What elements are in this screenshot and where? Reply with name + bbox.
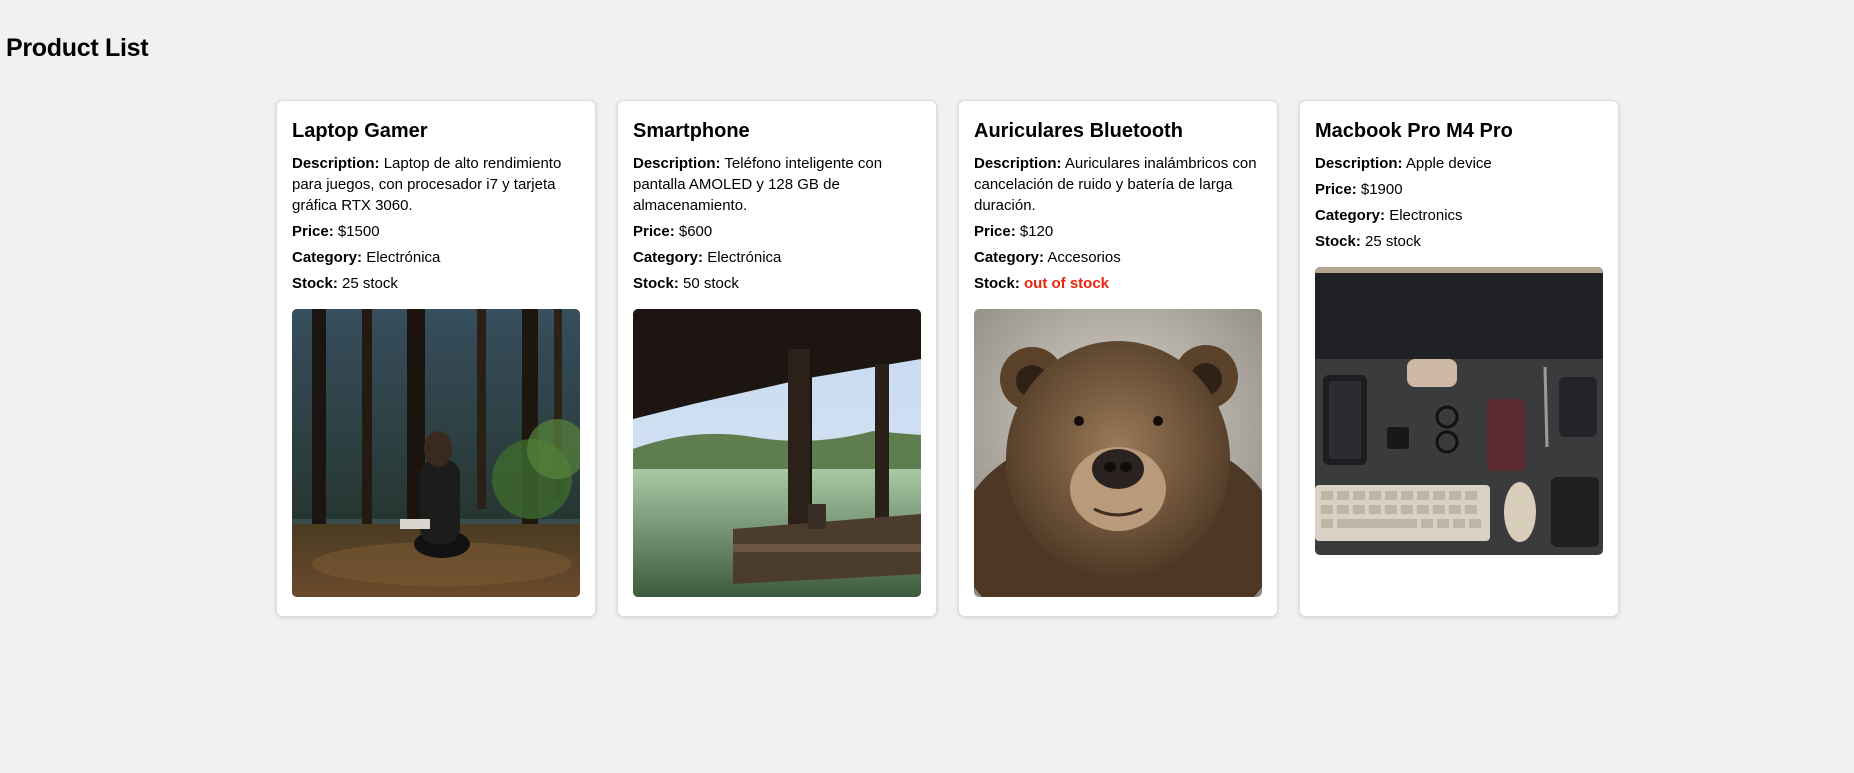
lake-dock-photo [633,309,921,597]
product-stock: Stock: out of stock [974,273,1262,294]
stock-value: 50 stock [683,275,739,292]
product-name: Macbook Pro M4 Pro [1315,120,1513,142]
category-value: Electrónica [707,249,782,266]
product-name: Smartphone [633,120,750,142]
description-label: Description: [1315,155,1403,172]
product-description: Description: Laptop de alto rendimiento … [292,153,580,216]
category-value: Accesorios [1047,249,1121,266]
description-value: Apple device [1405,155,1492,172]
stock-value: 25 stock [1365,233,1421,250]
bear-photo [974,309,1262,597]
product-category: Category: Electrónica [633,247,921,268]
price-value: $1900 [1360,181,1403,198]
product-price: Price: $1900 [1315,179,1603,200]
stock-label: Stock: [633,275,679,292]
product-price: Price: $120 [974,221,1262,242]
product-stock: Stock: 50 stock [633,273,921,294]
stock-label: Stock: [1315,233,1361,250]
category-label: Category: [1315,207,1386,224]
product-card: Auriculares Bluetooth Description: Auric… [958,100,1278,617]
product-name: Auriculares Bluetooth [974,120,1183,142]
product-card: Macbook Pro M4 Pro Description: Apple de… [1299,100,1619,617]
price-value: $120 [1019,223,1054,240]
category-label: Category: [974,249,1045,266]
category-label: Category: [292,249,363,266]
price-label: Price: [633,223,675,240]
product-card: Laptop Gamer Description: Laptop de alto… [276,100,596,617]
product-description: Description: Apple device [1315,153,1603,174]
stock-label: Stock: [292,275,338,292]
forest-person-photo [292,309,580,597]
stock-value: 25 stock [342,275,398,292]
category-value: Electronics [1389,207,1463,224]
description-label: Description: [633,155,721,172]
price-value: $1500 [337,223,380,240]
stock-label: Stock: [974,275,1020,292]
price-label: Price: [1315,181,1357,198]
product-category: Category: Electrónica [292,247,580,268]
product-price: Price: $1500 [292,221,580,242]
product-description: Description: Auriculares inalámbricos co… [974,153,1262,216]
product-name: Laptop Gamer [292,120,428,142]
product-category: Category: Electronics [1315,205,1603,226]
stock-value: out of stock [1024,275,1110,292]
desk-setup-photo [1315,267,1603,555]
product-stock: Stock: 25 stock [1315,231,1603,252]
description-label: Description: [974,155,1062,172]
page-title: Product List [6,34,149,62]
category-label: Category: [633,249,704,266]
product-card: Smartphone Description: Teléfono intelig… [617,100,937,617]
product-stock: Stock: 25 stock [292,273,580,294]
price-label: Price: [974,223,1016,240]
description-label: Description: [292,155,380,172]
product-description: Description: Teléfono inteligente con pa… [633,153,921,216]
product-category: Category: Accesorios [974,247,1262,268]
product-price: Price: $600 [633,221,921,242]
price-value: $600 [678,223,713,240]
product-list: Laptop Gamer Description: Laptop de alto… [276,100,1619,617]
category-value: Electrónica [366,249,441,266]
price-label: Price: [292,223,334,240]
